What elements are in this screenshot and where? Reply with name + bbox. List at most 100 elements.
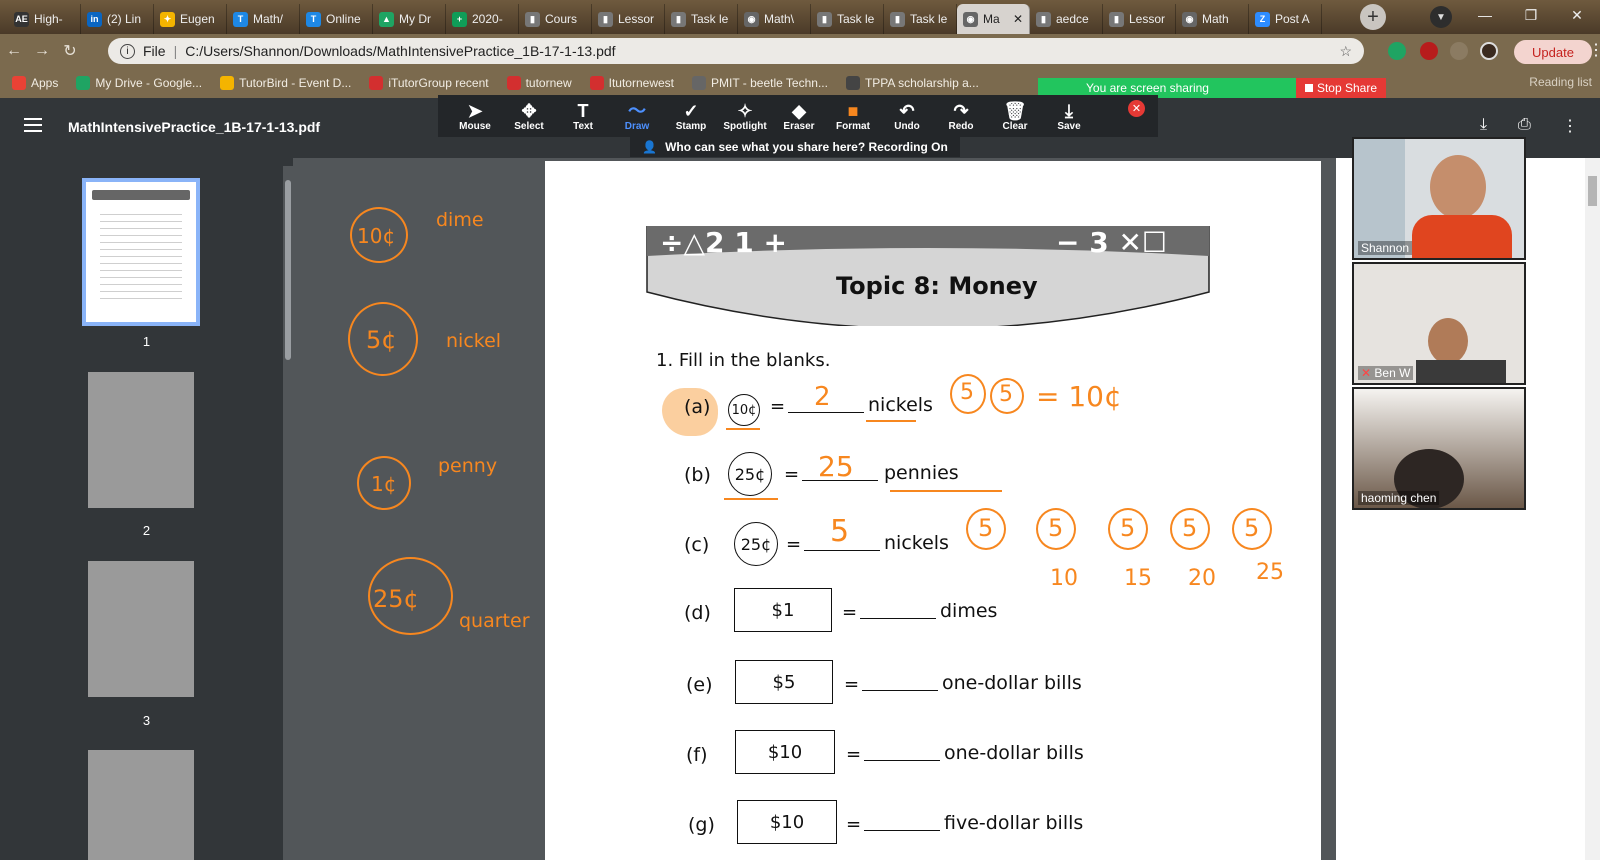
participant-name: haoming chen <box>1358 491 1440 505</box>
underline-10c <box>726 428 760 430</box>
stop-share-button[interactable]: Stop Share <box>1296 78 1386 98</box>
tab-favicon-icon: ▮ <box>598 11 613 27</box>
tool-undo[interactable]: ↶ Undo <box>880 95 934 137</box>
blank-f <box>864 760 940 761</box>
tool-select[interactable]: ✥ Select <box>502 95 556 137</box>
tab-3[interactable]: T Math/ <box>227 4 300 34</box>
tab-9[interactable]: ▮ Task le <box>665 4 738 34</box>
bookmark-star-icon[interactable]: ☆ <box>1339 43 1352 60</box>
tab-13[interactable]: ◉ Ma ✕ <box>957 4 1030 34</box>
menu-icon[interactable] <box>24 118 42 132</box>
close-window-icon[interactable]: ✕ <box>1554 0 1600 30</box>
tab-8[interactable]: ▮ Lessor <box>592 4 665 34</box>
tab-14[interactable]: ▮ aedce <box>1030 4 1103 34</box>
tab-label: High- <box>34 12 63 26</box>
tab-favicon-icon: ▮ <box>1109 11 1124 27</box>
forward-icon[interactable]: → <box>28 42 56 60</box>
tab-17[interactable]: Z Post A <box>1249 4 1322 34</box>
more-options-icon[interactable]: ⋮ <box>1562 116 1578 136</box>
thumbnail-page-3[interactable] <box>88 561 194 697</box>
tab-11[interactable]: ▮ Task le <box>811 4 884 34</box>
thumbnail-page-1[interactable] <box>82 178 200 326</box>
bookmark-6[interactable]: PMIT - beetle Techn... <box>692 76 828 90</box>
tab-4[interactable]: T Online <box>300 4 373 34</box>
close-annotation-icon[interactable]: ✕ <box>1128 100 1145 117</box>
info-icon[interactable]: i <box>120 43 135 59</box>
work-c-5: 5 <box>1244 514 1260 542</box>
tab-label: Ma <box>983 12 1000 26</box>
thumbnail-page-4[interactable] <box>88 750 194 860</box>
bookmark-3[interactable]: iTutorGroup recent <box>369 76 489 90</box>
tool-eraser[interactable]: ◆ Eraser <box>772 95 826 137</box>
restore-icon[interactable]: ❐ <box>1508 0 1554 30</box>
tab-12[interactable]: ▮ Task le <box>884 4 957 34</box>
bookmark-7[interactable]: TPPA scholarship a... <box>845 76 979 90</box>
bookmark-2[interactable]: TutorBird - Event D... <box>220 76 351 90</box>
download-icon[interactable]: ⤓ <box>1480 116 1487 134</box>
tab-favicon-icon: in <box>87 11 102 27</box>
tool-spotlight[interactable]: ✧ Spotlight <box>718 95 772 137</box>
bookmark-0[interactable]: Apps <box>12 76 58 90</box>
thumbnail-header <box>92 190 190 200</box>
reading-list[interactable]: Reading list <box>1529 75 1592 89</box>
video-shannon[interactable]: Shannon <box>1352 137 1526 260</box>
new-tab-button[interactable]: + <box>1360 4 1386 30</box>
bookmark-label: TPPA scholarship a... <box>864 76 979 90</box>
tool-mouse[interactable]: ➤ Mouse <box>448 95 502 137</box>
row-d-letter: (d) <box>684 602 711 624</box>
video-haoming-chen[interactable]: haoming chen <box>1352 387 1526 510</box>
tab-15[interactable]: ▮ Lessor <box>1103 4 1176 34</box>
reload-icon[interactable]: ↻ <box>56 41 84 61</box>
recording-info[interactable]: 👤 Who can see what you share here? Recor… <box>630 137 960 157</box>
page-scroll-thumb[interactable] <box>1588 176 1597 206</box>
bookmark-1[interactable]: My Drive - Google... <box>76 76 202 90</box>
profile-avatar[interactable] <box>1480 42 1498 60</box>
quarter-label: quarter <box>459 610 530 632</box>
tab-1[interactable]: in (2) Lin <box>81 4 154 34</box>
tab-7[interactable]: ▮ Cours <box>519 4 592 34</box>
tool-stamp[interactable]: ✓ Stamp <box>664 95 718 137</box>
tool-text[interactable]: T Text <box>556 95 610 137</box>
video-ben-w[interactable]: ✕ Ben W <box>1352 262 1526 385</box>
tab-favicon-icon: ◉ <box>1182 11 1197 27</box>
tab-16[interactable]: ◉ Math <box>1176 4 1249 34</box>
tab-6[interactable]: +2020- <box>446 4 519 34</box>
stamp-icon: ✓ <box>683 100 699 121</box>
tab-search-icon[interactable]: ▼ <box>1430 6 1452 28</box>
tool-draw[interactable]: 〜 Draw <box>610 95 664 137</box>
tab-10[interactable]: ◉ Math\ <box>738 4 811 34</box>
thumbnail-page-2[interactable] <box>88 372 194 508</box>
sidebar-scroll-thumb[interactable] <box>285 180 291 360</box>
annotation-toolbar: ➤ Mouse ✥ Select T Text 〜 Draw ✓ Stamp ✧ Spotlight ◆… <box>438 95 1158 137</box>
tool-label: Eraser <box>783 120 815 132</box>
tab-favicon-icon: ▮ <box>525 11 540 27</box>
close-tab-icon[interactable]: ✕ <box>1013 12 1023 26</box>
update-button[interactable]: Update <box>1514 40 1592 64</box>
back-icon[interactable]: ← <box>0 42 28 60</box>
tool-format[interactable]: ■ Format <box>826 95 880 137</box>
tool-save[interactable]: ⤓ Save <box>1042 95 1096 137</box>
eq-e: = <box>844 674 860 695</box>
tool-redo[interactable]: ↷ Redo <box>934 95 988 137</box>
page-scrollbar[interactable] <box>1585 158 1600 860</box>
address-bar[interactable]: i File | C:/Users/Shannon/Downloads/Math… <box>108 38 1364 64</box>
bookmark-4[interactable]: tutornew <box>506 76 572 90</box>
tab-label: Math/ <box>253 12 284 26</box>
tab-label: Task le <box>837 12 875 26</box>
extension-green-icon[interactable] <box>1388 42 1406 60</box>
participant-avatar <box>1430 155 1486 219</box>
unit-b: pennies <box>884 462 959 484</box>
tab-0[interactable]: AE High- <box>8 4 81 34</box>
tab-2[interactable]: ✦ Eugen <box>154 4 227 34</box>
bookmark-5[interactable]: Itutornewest <box>589 76 674 90</box>
tab-5[interactable]: ▲ My Dr <box>373 4 446 34</box>
tab-label: Lessor <box>618 12 655 26</box>
tool-clear[interactable]: 🗑 Clear <box>988 95 1042 137</box>
print-icon[interactable]: ⎙ <box>1518 116 1531 134</box>
menu-kebab-icon[interactable]: ⋮ <box>1588 40 1600 60</box>
extension-ublock-icon[interactable] <box>1420 42 1438 60</box>
extensions-puzzle-icon[interactable] <box>1450 42 1468 60</box>
tab-label: 2020- <box>472 12 503 26</box>
minimize-icon[interactable]: — <box>1462 0 1508 30</box>
sharing-text: You are screen sharing <box>1086 81 1209 95</box>
